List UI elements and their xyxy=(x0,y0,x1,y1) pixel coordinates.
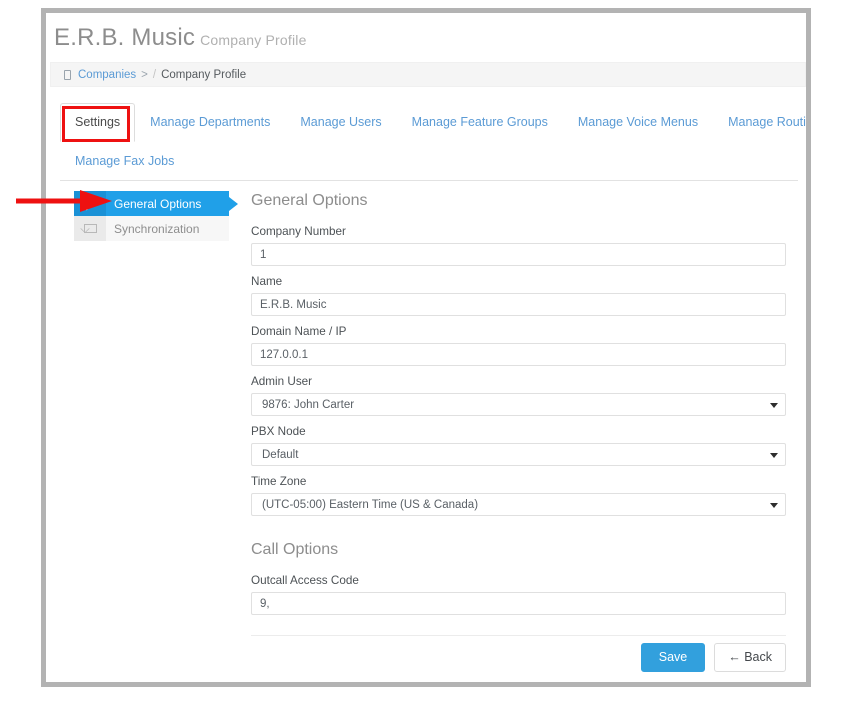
label-outcall-access-code: Outcall Access Code xyxy=(251,574,359,587)
label-company-number: Company Number xyxy=(251,225,346,238)
select-time-zone[interactable]: (UTC-05:00) Eastern Time (US & Canada) xyxy=(251,493,786,516)
page-subtitle: Company Profile xyxy=(200,32,307,48)
tab-row-primary: Settings Manage Departments Manage Users… xyxy=(60,103,806,142)
label-time-zone: Time Zone xyxy=(251,475,307,488)
tab-manage-fax-jobs[interactable]: Manage Fax Jobs xyxy=(60,142,189,181)
page-viewport: E.R.B. Music Company Profile Companies > … xyxy=(46,13,806,682)
back-button[interactable]: ← Back xyxy=(714,643,786,672)
breadcrumb-slash: / xyxy=(152,68,157,81)
input-name[interactable] xyxy=(251,293,786,316)
sidebar-item-label-synchronization: Synchronization xyxy=(114,221,200,236)
building-icon xyxy=(64,69,71,80)
settings-form: General Options Company Number Name Doma… xyxy=(251,191,786,636)
wrench-icon xyxy=(83,196,97,211)
chevron-down-icon xyxy=(770,402,778,408)
settings-sidebar: General Options Synchronization xyxy=(74,191,229,241)
tab-manage-voice-menus[interactable]: Manage Voice Menus xyxy=(563,103,713,142)
input-outcall-access-code[interactable] xyxy=(251,592,786,615)
section-title-general-options: General Options xyxy=(251,192,368,209)
select-pbx-node-value: Default xyxy=(262,448,299,461)
browser-window-frame: E.R.B. Music Company Profile Companies > … xyxy=(41,8,811,687)
label-pbx-node: PBX Node xyxy=(251,425,306,438)
input-domain-name-ip[interactable] xyxy=(251,343,786,366)
select-pbx-node[interactable]: Default xyxy=(251,443,786,466)
tab-manage-feature-groups[interactable]: Manage Feature Groups xyxy=(397,103,563,142)
envelope-icon xyxy=(83,224,97,233)
select-time-zone-value: (UTC-05:00) Eastern Time (US & Canada) xyxy=(262,498,479,511)
section-title-call-options: Call Options xyxy=(251,541,339,558)
form-actions: Save ← Back xyxy=(251,643,786,672)
breadcrumb-chevron-icon: > xyxy=(141,68,148,81)
form-divider xyxy=(251,635,786,636)
tab-row-secondary: Manage Fax Jobs xyxy=(60,142,189,181)
tab-manage-departments[interactable]: Manage Departments xyxy=(135,103,285,142)
save-button[interactable]: Save xyxy=(640,643,706,672)
input-company-number[interactable] xyxy=(251,243,786,266)
label-admin-user: Admin User xyxy=(251,375,313,388)
sidebar-item-label-general-options: General Options xyxy=(114,196,202,211)
chevron-down-icon xyxy=(770,502,778,508)
page-header: E.R.B. Music Company Profile xyxy=(50,19,806,61)
label-domain-name-ip: Domain Name / IP xyxy=(251,325,347,338)
tab-settings[interactable]: Settings xyxy=(60,103,136,142)
tab-bar: Settings Manage Departments Manage Users… xyxy=(50,103,806,188)
tab-manage-routing-tables[interactable]: Manage Routing Tables xyxy=(713,103,806,142)
page-title: E.R.B. Music Company Profile xyxy=(54,24,307,52)
label-name: Name xyxy=(251,275,283,288)
breadcrumb-link-companies[interactable]: Companies xyxy=(78,69,136,81)
tab-manage-users[interactable]: Manage Users xyxy=(285,103,396,142)
sidebar-item-general-options[interactable]: General Options xyxy=(74,191,229,216)
wrench-icon-wrapper xyxy=(74,191,106,216)
content-area: General Options Synchronization General … xyxy=(50,191,806,678)
tab-bar-divider xyxy=(60,180,798,181)
envelope-icon-wrapper xyxy=(74,216,106,241)
chevron-down-icon xyxy=(770,452,778,458)
select-admin-user-value: 9876: John Carter xyxy=(262,398,355,411)
sidebar-item-synchronization[interactable]: Synchronization xyxy=(74,216,229,241)
company-name: E.R.B. Music xyxy=(54,24,196,51)
select-admin-user[interactable]: 9876: John Carter xyxy=(251,393,786,416)
breadcrumb-current: Company Profile xyxy=(161,68,247,81)
breadcrumb: Companies > / Company Profile xyxy=(50,62,806,87)
